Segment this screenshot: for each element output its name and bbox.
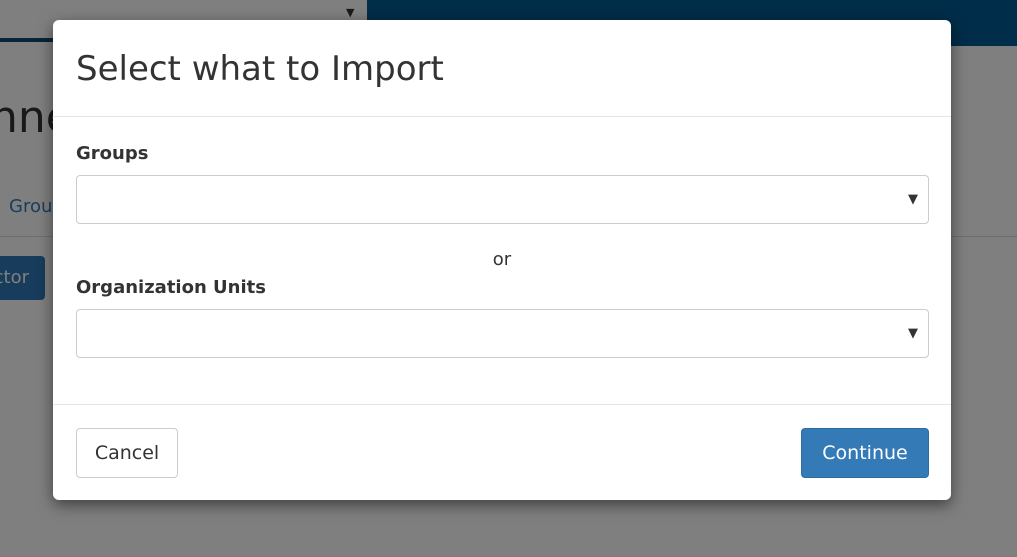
or-separator: or [492,249,512,270]
groups-select[interactable]: ▼ [76,175,929,224]
organization-units-select[interactable]: ▼ [76,309,929,358]
cancel-button[interactable]: Cancel [76,428,178,478]
modal-title: Select what to Import [76,49,444,89]
modal-header: Select what to Import [53,20,951,117]
caret-down-icon: ▼ [908,326,918,341]
organization-units-label: Organization Units [76,277,266,298]
continue-button[interactable]: Continue [801,428,929,478]
modal-footer: Cancel Continue [53,404,951,500]
import-modal: Select what to Import Groups ▼ or Organi… [53,20,951,500]
groups-label: Groups [76,143,149,164]
caret-down-icon: ▼ [908,192,918,207]
